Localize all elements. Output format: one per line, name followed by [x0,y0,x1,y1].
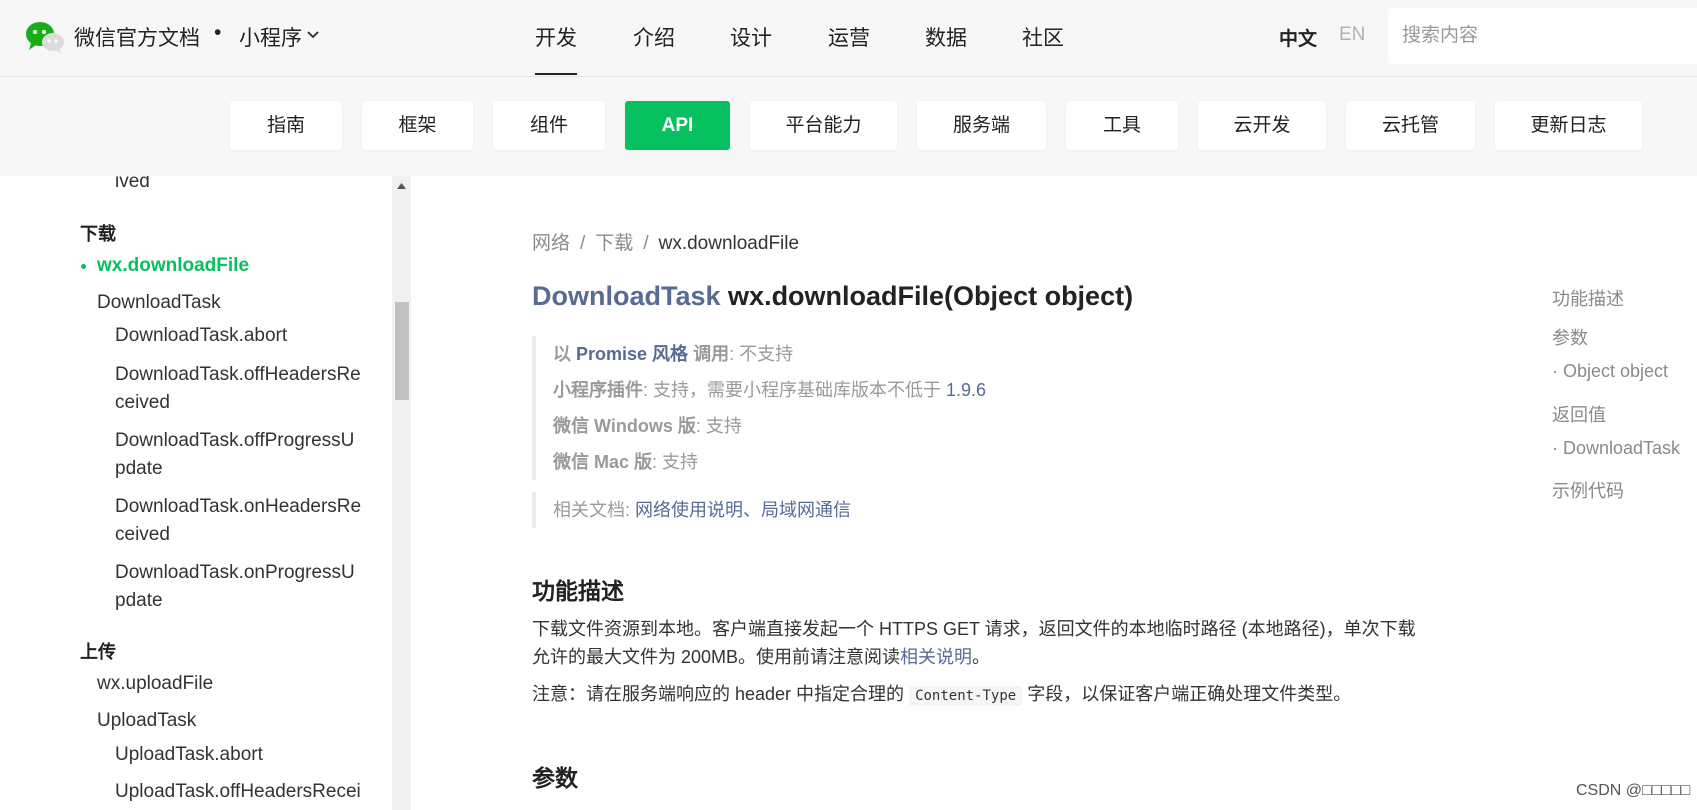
category-framework[interactable]: 框架 [362,101,473,150]
toc-item-object[interactable]: · Object object [1552,361,1668,382]
category-changelog[interactable]: 更新日志 [1495,101,1642,150]
product-switcher[interactable]: 小程序 [239,22,302,52]
category-tools[interactable]: 工具 [1066,101,1178,150]
scrollbar-thumb[interactable] [395,302,409,400]
sidebar-item-onprogressupdate[interactable]: DownloadTask.onProgressU [115,559,355,587]
watermark: CSDN @□□□□□ [1576,782,1691,799]
search-input[interactable] [1388,8,1697,64]
related-link-lan[interactable]: 局域网通信 [761,500,851,520]
category-cloud-hosting[interactable]: 云托管 [1346,101,1475,150]
sidebar-item-uploadtask[interactable]: UploadTask [97,707,196,735]
description-text: 下载文件资源到本地。客户端直接发起一个 HTTPS GET 请求，返回文件的本地… [532,619,1416,667]
sidebar-item-offprogressupdate-cont[interactable]: pdate [115,455,163,483]
return-type-link[interactable]: DownloadTask [532,281,721,311]
toc-item-return[interactable]: 返回值 [1552,401,1606,427]
category-bar: 指南 框架 组件 API 平台能力 服务端 工具 云开发 云托管 更新日志 [0,77,1697,176]
scroll-up-arrow-icon[interactable] [397,183,406,189]
category-components[interactable]: 组件 [493,101,605,150]
category-server[interactable]: 服务端 [917,101,1046,150]
lang-en-link[interactable]: EN [1339,24,1365,46]
wechat-logo-icon[interactable] [25,20,65,54]
section-heading-params: 参数 [532,765,578,791]
content-type-code: Content-Type [909,686,1023,706]
function-signature: wx.downloadFile(Object object) [728,281,1134,311]
sidebar-item[interactable]: ived [115,176,150,196]
nav-item-design[interactable]: 设计 [730,22,772,52]
version-link[interactable]: 1.9.6 [946,380,986,400]
page-title: DownloadTask wx.downloadFile(Object obje… [532,281,1133,312]
site-brand[interactable]: 微信官方文档 [74,22,200,52]
sidebar-item-uploadtask-offheaders[interactable]: UploadTask.offHeadersRecei [115,778,361,806]
sidebar-item-downloadtask-abort[interactable]: DownloadTask.abort [115,322,287,350]
sidebar-item-offprogressupdate[interactable]: DownloadTask.offProgressU [115,427,354,455]
breadcrumb-separator: / [580,233,586,254]
sidebar: ived 下载 wx.downloadFile DownloadTask Dow… [0,176,392,810]
sidebar-section-upload: 上传 [80,642,116,662]
related-docs-label: 相关文档: [553,500,636,520]
nav-item-intro[interactable]: 介绍 [633,22,675,52]
breadcrumb-network[interactable]: 网络 [532,233,570,254]
toc-item-example[interactable]: 示例代码 [1552,477,1624,503]
support-windows: 微信 Windows 版: 支持 [553,416,742,436]
breadcrumb-separator: / [643,233,649,254]
nav-item-community[interactable]: 社区 [1022,22,1064,52]
support-promise: 以 Promise 风格 调用: 不支持 [553,344,794,364]
note-text: 注意：请在服务端响应的 header 中指定合理的 Content-Type 字… [532,684,1352,706]
sidebar-item-onheadersreceived-cont[interactable]: ceived [115,521,170,549]
toc-item-params[interactable]: 参数 [1552,324,1588,350]
breadcrumb-current: wx.downloadFile [658,233,800,254]
support-plugin: 小程序插件: 支持，需要小程序基础库版本不低于 1.9.6 [553,380,987,400]
related-link-network-usage[interactable]: 网络使用说明 [635,500,743,520]
category-guide[interactable]: 指南 [230,101,342,150]
brand-separator: • [214,21,222,44]
sidebar-item-onprogressupdate-cont[interactable]: pdate [115,587,163,615]
toc-item-description[interactable]: 功能描述 [1552,285,1624,311]
related-docs: 相关文档: 网络使用说明、局域网通信 [532,492,851,528]
nav-item-data[interactable]: 数据 [925,22,967,52]
chevron-down-icon[interactable] [307,31,319,39]
nav-item-operation[interactable]: 运营 [828,22,870,52]
sidebar-item-downloadtask[interactable]: DownloadTask [97,289,221,317]
sidebar-item-offheadersreceived[interactable]: DownloadTask.offHeadersRe [115,361,361,389]
category-api[interactable]: API [625,101,730,150]
support-info: 以 Promise 风格 调用: 不支持 小程序插件: 支持，需要小程序基础库版… [532,336,986,480]
toc-item-downloadtask[interactable]: · DownloadTask [1552,438,1680,459]
top-navigation: 微信官方文档 • 小程序 开发 介绍 设计 运营 数据 社区 中文 EN [0,0,1697,77]
category-platform[interactable]: 平台能力 [750,101,897,150]
section-heading-description: 功能描述 [532,578,624,604]
lang-zh-link[interactable]: 中文 [1279,24,1317,51]
nav-item-develop[interactable]: 开发 [535,22,577,75]
sidebar-item-uploadtask-abort[interactable]: UploadTask.abort [115,741,263,769]
sidebar-item-onheadersreceived[interactable]: DownloadTask.onHeadersRe [115,493,361,521]
breadcrumb: 网络 / 下载 / wx.downloadFile [532,228,799,255]
category-cloud-dev[interactable]: 云开发 [1198,101,1326,150]
sidebar-item-wx-uploadfile[interactable]: wx.uploadFile [97,670,213,698]
sidebar-section-download: 下载 [80,224,116,244]
related-notes-link[interactable]: 相关说明 [900,647,972,667]
sidebar-item-wx-downloadfile[interactable]: wx.downloadFile [80,252,249,280]
support-mac: 微信 Mac 版: 支持 [553,452,699,472]
sidebar-scrollbar[interactable] [392,176,411,810]
breadcrumb-download[interactable]: 下载 [595,233,633,254]
sidebar-item-offheadersreceived-cont[interactable]: ceived [115,389,170,417]
